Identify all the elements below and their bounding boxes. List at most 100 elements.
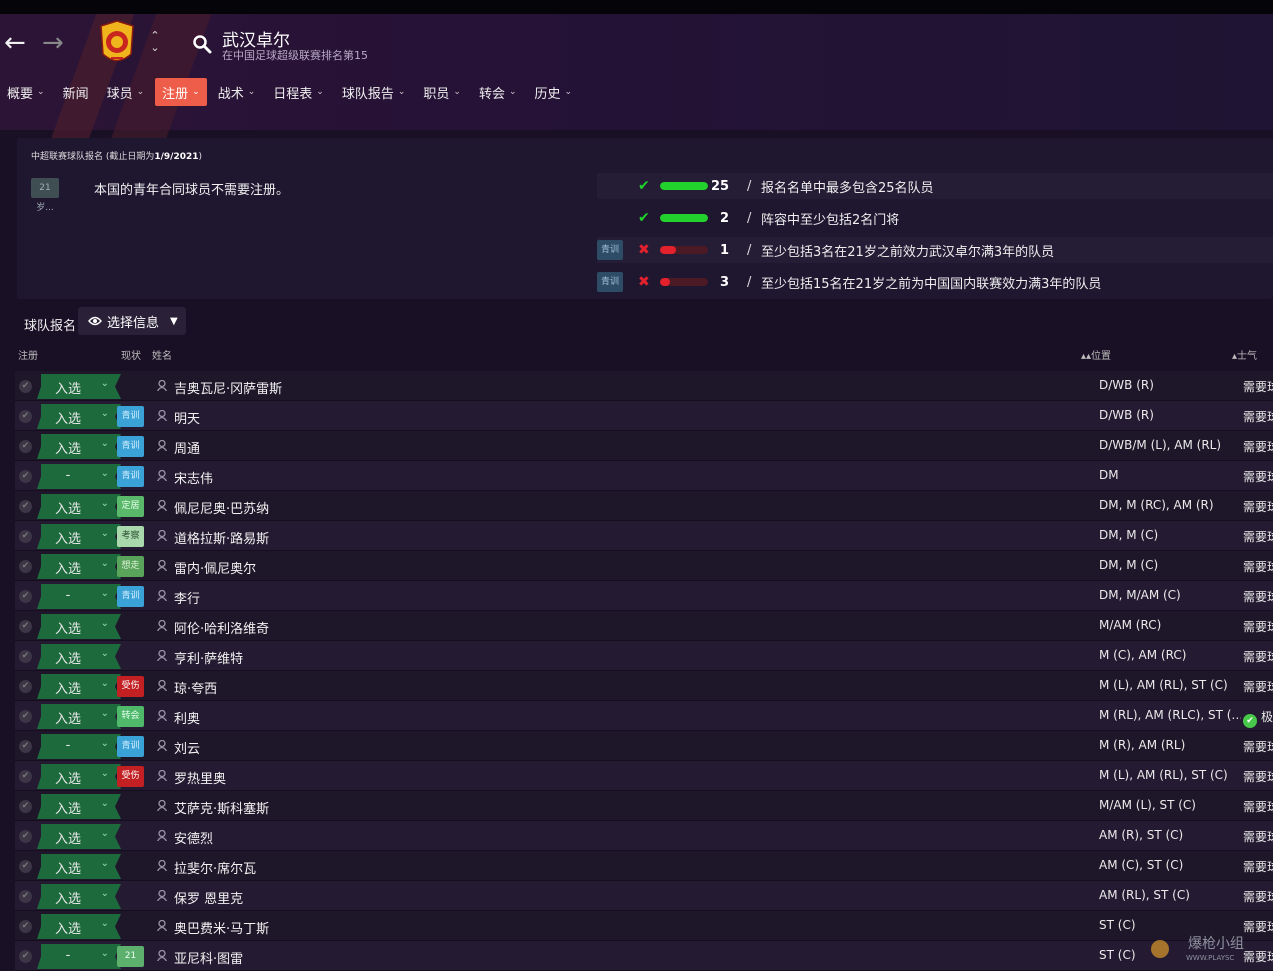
check-icon[interactable]: ✔ (19, 500, 32, 513)
player-row[interactable]: ✔ 入选 ⌄ 艾萨克·斯科塞斯 M/AM (L), ST (C) 需要球 (15, 791, 1273, 821)
check-icon[interactable]: ✔ (19, 440, 32, 453)
tab-9[interactable]: 历史 ⌄ (528, 78, 580, 106)
registration-select[interactable]: 入选 ⌄ (37, 704, 121, 729)
player-name[interactable]: 周通 (174, 438, 200, 457)
status-badge[interactable]: 青训 (117, 436, 144, 457)
registration-select[interactable]: 入选 ⌄ (37, 494, 121, 519)
tab-4[interactable]: 战术 ⌄ (211, 78, 263, 106)
registration-select[interactable]: 入选 ⌄ (37, 374, 121, 399)
tab-8[interactable]: 转会 ⌄ (472, 78, 524, 106)
player-name[interactable]: 罗热里奥 (174, 768, 226, 787)
registration-select[interactable]: 入选 ⌄ (37, 914, 121, 939)
forward-arrow-icon[interactable]: → (42, 30, 64, 56)
search-icon[interactable] (192, 34, 212, 54)
tab-1[interactable]: 新闻 (56, 78, 96, 106)
status-badge[interactable]: 青训 (117, 736, 144, 757)
club-crest-icon[interactable] (97, 20, 137, 68)
status-badge[interactable]: 21岁... (117, 946, 144, 967)
player-name[interactable]: 道格拉斯·路易斯 (174, 528, 269, 547)
player-name[interactable]: 艾萨克·斯科塞斯 (174, 798, 269, 817)
registration-select[interactable]: 入选 ⌄ (37, 644, 121, 669)
registration-select[interactable]: 入选 ⌄ (37, 854, 121, 879)
player-row[interactable]: ✔入选⌄奥巴费米·马丁斯ST (C)需要球 (15, 911, 1273, 941)
player-row[interactable]: ✔ 入选 ⌄ 受伤 琼·夸西 M (L), AM (RL), ST (C) 需要球 (15, 671, 1273, 701)
registration-select[interactable]: 入选 ⌄ (37, 554, 121, 579)
tab-3[interactable]: 注册 ⌄ (155, 78, 207, 106)
tab-5[interactable]: 日程表 ⌄ (266, 78, 331, 106)
status-badge[interactable]: 青训 (117, 466, 144, 487)
status-badge[interactable]: 转会 (117, 706, 144, 727)
tab-2[interactable]: 球员 ⌄ (100, 78, 152, 106)
player-row[interactable]: ✔-⌄青训李行DM, M/AM (C)需要球 (15, 581, 1273, 611)
select-info-button[interactable]: 选择信息 ▼ (78, 307, 186, 335)
column-header-name[interactable]: 姓名 (152, 347, 172, 362)
player-row[interactable]: ✔-⌄青训刘云M (R), AM (RL)需要球 (15, 731, 1273, 761)
player-row[interactable]: ✔-⌄21岁...亚尼科·图雷ST (C)需要球 (15, 941, 1273, 971)
status-badge[interactable]: 青训 (117, 406, 144, 427)
tab-6[interactable]: 球队报告 ⌄ (335, 78, 413, 106)
registration-select[interactable]: - ⌄ (37, 944, 121, 969)
player-name[interactable]: 琼·夸西 (174, 678, 217, 697)
check-icon[interactable]: ✔ (19, 590, 32, 603)
status-badge[interactable]: 想走 (117, 556, 144, 577)
registration-select[interactable]: 入选 ⌄ (37, 824, 121, 849)
check-icon[interactable]: ✔ (19, 410, 32, 423)
player-name[interactable]: 利奥 (174, 708, 200, 727)
player-row[interactable]: ✔ 入选 ⌄ 考察 道格拉斯·路易斯 DM, M (C) 需要球 (15, 521, 1273, 551)
status-badge[interactable]: 考察 (117, 526, 144, 547)
check-icon[interactable]: ✔ (19, 770, 32, 783)
check-icon[interactable]: ✔ (19, 470, 32, 483)
registration-select[interactable]: 入选 ⌄ (37, 794, 121, 819)
registration-select[interactable]: - ⌄ (37, 734, 121, 759)
status-badge[interactable]: 受伤 (117, 766, 144, 787)
check-icon[interactable]: ✔ (19, 710, 32, 723)
player-row[interactable]: ✔-⌄青训宋志伟DM需要球 (15, 461, 1273, 491)
player-name[interactable]: 李行 (174, 588, 200, 607)
check-icon[interactable]: ✔ (19, 380, 32, 393)
back-arrow-icon[interactable]: ← (4, 30, 26, 56)
player-name[interactable]: 奥巴费米·马丁斯 (174, 918, 269, 937)
registration-select[interactable]: - ⌄ (37, 584, 121, 609)
player-name[interactable]: 安德烈 (174, 828, 213, 847)
status-badge[interactable]: 受伤 (117, 676, 144, 697)
check-icon[interactable]: ✔ (19, 800, 32, 813)
check-icon[interactable]: ✔ (19, 830, 32, 843)
column-header-morale[interactable]: ▴士气 (1232, 347, 1257, 362)
registration-select[interactable]: - ⌄ (37, 464, 121, 489)
column-header-reg[interactable]: 注册 (18, 347, 38, 362)
column-header-position[interactable]: ▴▴位置 (1081, 347, 1111, 362)
player-row[interactable]: ✔ 入选 ⌄ 受伤 罗热里奥 M (L), AM (RL), ST (C) 需要球 (15, 761, 1273, 791)
check-icon[interactable]: ✔ (19, 560, 32, 573)
player-row[interactable]: ✔ 入选 ⌄ 吉奥瓦尼·冈萨雷斯 D/WB (R) 需要球 (15, 371, 1273, 401)
player-row[interactable]: ✔ 入选 ⌄ 亨利·萨维特 M (C), AM (RC) 需要球 (15, 641, 1273, 671)
player-row[interactable]: ✔ 入选 ⌄ 转会 利奥 M (RL), AM (RLC), ST (… ✔ 极 (15, 701, 1273, 731)
player-name[interactable]: 刘云 (174, 738, 200, 757)
player-name[interactable]: 明天 (174, 408, 200, 427)
status-badge[interactable]: 定居 (117, 496, 144, 517)
player-row[interactable]: ✔ 入选 ⌄ 拉斐尔·席尔瓦 AM (C), ST (C) 需要球 (15, 851, 1273, 881)
check-icon[interactable]: ✔ (19, 620, 32, 633)
tab-7[interactable]: 职员 ⌄ (416, 78, 468, 106)
player-row[interactable]: ✔ 入选 ⌄ 青训 周通 D/WB/M (L), AM (RL) 需要球 (15, 431, 1273, 461)
player-row[interactable]: ✔ 入选 ⌄ 安德烈 AM (R), ST (C) 需要球 (15, 821, 1273, 851)
registration-select[interactable]: 入选 ⌄ (37, 674, 121, 699)
player-row[interactable]: ✔ 入选 ⌄ 保罗 恩里克 AM (RL), ST (C) 需要球 (15, 881, 1273, 911)
column-header-status[interactable]: 现状 (121, 347, 141, 362)
registration-select[interactable]: 入选 ⌄ (37, 404, 121, 429)
registration-select[interactable]: 入选 ⌄ (37, 524, 121, 549)
tab-0[interactable]: 概要 ⌄ (0, 78, 52, 106)
registration-select[interactable]: 入选 ⌄ (37, 764, 121, 789)
player-name[interactable]: 保罗 恩里克 (174, 888, 243, 907)
check-icon[interactable]: ✔ (19, 680, 32, 693)
check-icon[interactable]: ✔ (19, 530, 32, 543)
player-name[interactable]: 佩尼尼奥·巴苏纳 (174, 498, 269, 517)
player-row[interactable]: ✔ 入选 ⌄ 青训 明天 D/WB (R) 需要球 (15, 401, 1273, 431)
club-switch-icon[interactable]: ⌃ ⌄ (148, 30, 162, 58)
status-badge[interactable]: 青训 (117, 586, 144, 607)
player-name[interactable]: 雷内·佩尼奥尔 (174, 558, 256, 577)
check-icon[interactable]: ✔ (19, 890, 32, 903)
registration-select[interactable]: 入选 ⌄ (37, 614, 121, 639)
check-icon[interactable]: ✔ (19, 650, 32, 663)
player-name[interactable]: 宋志伟 (174, 468, 213, 487)
player-name[interactable]: 拉斐尔·席尔瓦 (174, 858, 256, 877)
